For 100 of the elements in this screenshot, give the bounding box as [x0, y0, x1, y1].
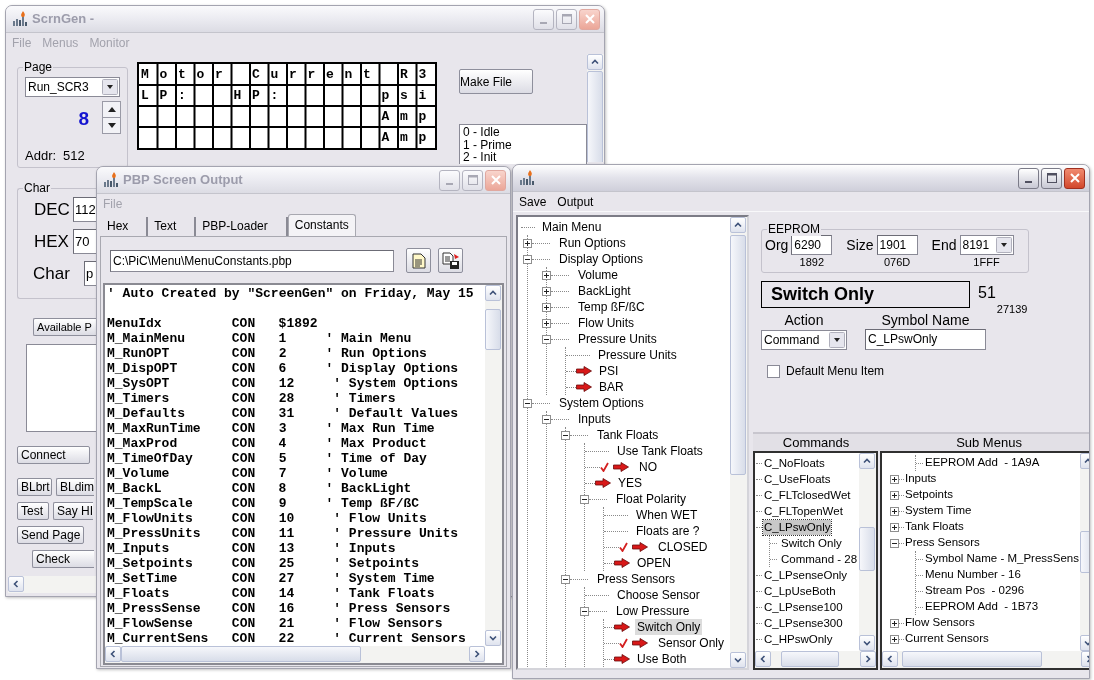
list-box[interactable]: 0 - Idle 1 - Prime 2 - Init [459, 124, 587, 164]
plus-box-icon[interactable] [542, 302, 551, 312]
tree-item[interactable]: System Options [557, 395, 646, 411]
text-field[interactable]: 112 [73, 197, 96, 222]
scroll-thumb[interactable] [121, 646, 361, 662]
horizontal-scrollbar[interactable] [882, 651, 1089, 668]
list-item[interactable]: Inputs [904, 470, 938, 488]
list-item[interactable]: C_LPsense300 [763, 615, 844, 631]
minus-box-icon[interactable] [542, 414, 551, 424]
list-item[interactable]: C_LPsenseOnly [763, 567, 849, 583]
list-item[interactable]: Menu Number - 16 [924, 566, 1022, 584]
tab[interactable]: Text [148, 217, 197, 236]
plus-box-icon[interactable] [890, 634, 899, 644]
scroll-right-button[interactable] [469, 646, 485, 662]
minimize-button[interactable] [1018, 167, 1039, 189]
list-item[interactable]: C_LPsense100 [763, 599, 844, 615]
tree-item[interactable]: YES [616, 475, 644, 491]
list-item[interactable]: C_UseFloats [763, 471, 832, 487]
tree-item[interactable]: Press Sensors [595, 571, 678, 587]
minus-box-icon[interactable] [561, 574, 570, 584]
tree-item[interactable]: Flow Units [576, 315, 636, 331]
list-item[interactable]: EEPROM Add - 1B73 [924, 598, 1040, 616]
tree-item[interactable]: PSI [597, 363, 621, 379]
scroll-down-button[interactable] [730, 652, 746, 668]
tree-item[interactable]: Volume [576, 267, 621, 283]
maximize-button[interactable] [1041, 167, 1062, 189]
scroll-up-button[interactable] [587, 54, 603, 70]
combo-box[interactable]: 8191 [959, 235, 1014, 255]
tree-item[interactable]: Switch Only [635, 619, 703, 635]
list-item[interactable]: Switch Only [780, 535, 843, 551]
tree-item[interactable]: BAR [597, 379, 626, 395]
plus-box-icon[interactable] [890, 490, 899, 500]
tab[interactable]: Hex [101, 217, 149, 236]
combo-box[interactable]: Command [761, 330, 847, 350]
list-item[interactable]: EEPROM Add - 1A9A [924, 454, 1041, 472]
vertical-scrollbar[interactable] [859, 453, 876, 651]
text-field[interactable]: 6290 [791, 235, 833, 255]
text-field[interactable]: 1901 [876, 235, 918, 255]
list-item[interactable]: Press Sensors [904, 534, 981, 552]
plus-box-icon[interactable] [890, 522, 899, 532]
scroll-thumb[interactable] [859, 527, 875, 571]
list-item[interactable]: System Time [904, 502, 973, 520]
push-button[interactable]: BLdim [56, 478, 94, 496]
plus-box-icon[interactable] [542, 318, 551, 328]
tree-item[interactable]: Main Menu [540, 219, 604, 235]
save-file-button[interactable] [438, 248, 463, 273]
horizontal-scrollbar[interactable] [755, 651, 876, 668]
text-field[interactable]: C_LPswOnly [865, 329, 986, 350]
list-item[interactable]: Stream Pos - 0296 [924, 582, 1026, 600]
plus-box-icon[interactable] [890, 618, 899, 628]
list-item[interactable]: C_LPswOnly [763, 519, 832, 535]
scroll-thumb[interactable] [730, 235, 746, 475]
scroll-up-button[interactable] [485, 285, 501, 301]
list-item[interactable]: 0 - Idle [463, 126, 586, 139]
list-box[interactable] [26, 344, 96, 432]
list-item[interactable]: Command - 28 [780, 551, 859, 567]
scroll-up-button[interactable] [859, 453, 875, 469]
scroll-thumb[interactable] [781, 651, 839, 667]
push-button[interactable]: Send Page [17, 526, 85, 544]
tree-item[interactable]: Pressure Units [576, 331, 659, 347]
push-button[interactable]: Test [17, 502, 49, 520]
scroll-right-button[interactable] [860, 651, 876, 667]
scroll-up-button[interactable] [730, 217, 746, 233]
tree-item[interactable]: Inputs [576, 411, 613, 427]
scroll-thumb[interactable] [485, 309, 501, 350]
scroll-down-button[interactable] [859, 635, 875, 651]
tree-item[interactable]: OPEN [635, 555, 673, 571]
list-item[interactable]: Setpoints [904, 486, 954, 504]
spin-buttons[interactable] [102, 101, 121, 134]
scroll-left-button[interactable] [755, 651, 771, 667]
tree-item[interactable]: Run Options [557, 235, 628, 251]
tree-item[interactable]: NO [637, 459, 659, 475]
minus-box-icon[interactable] [580, 494, 589, 504]
tree-item[interactable]: Sensor Only [656, 635, 727, 651]
list-item[interactable]: Symbol Name - M_PressSens [924, 550, 1081, 568]
vertical-scrollbar[interactable] [730, 217, 747, 668]
push-button[interactable]: Connect [17, 446, 90, 464]
scroll-thumb[interactable] [587, 71, 603, 162]
list-item[interactable]: 2 - Init [463, 151, 586, 164]
vertical-scrollbar[interactable] [485, 285, 502, 646]
tree-item[interactable]: When WET [634, 507, 700, 523]
scroll-thumb[interactable] [902, 651, 1042, 667]
list-item[interactable]: C_FLTclosedWet [763, 487, 852, 503]
checkbox[interactable] [767, 364, 780, 378]
tree-item[interactable]: Display Options [557, 251, 646, 267]
tree-item[interactable]: BackLight [576, 283, 633, 299]
tree-item[interactable]: Use Both [635, 651, 689, 667]
menu-item[interactable]: Save [519, 192, 547, 211]
plus-box-icon[interactable] [542, 286, 551, 296]
list-item[interactable]: Tank Floats [904, 518, 965, 536]
horizontal-scrollbar[interactable] [105, 646, 485, 663]
minus-box-icon[interactable] [523, 254, 532, 264]
text-field[interactable]: p [84, 261, 96, 286]
minus-box-icon[interactable] [890, 538, 899, 548]
tree-item[interactable]: Low Pressure [614, 603, 692, 619]
tree-item[interactable]: Float Polarity [614, 491, 689, 507]
plus-box-icon[interactable] [542, 270, 551, 280]
tree-item[interactable]: Pressure Units [596, 347, 679, 363]
minus-box-icon[interactable] [523, 398, 532, 408]
vertical-scrollbar[interactable] [587, 54, 604, 162]
